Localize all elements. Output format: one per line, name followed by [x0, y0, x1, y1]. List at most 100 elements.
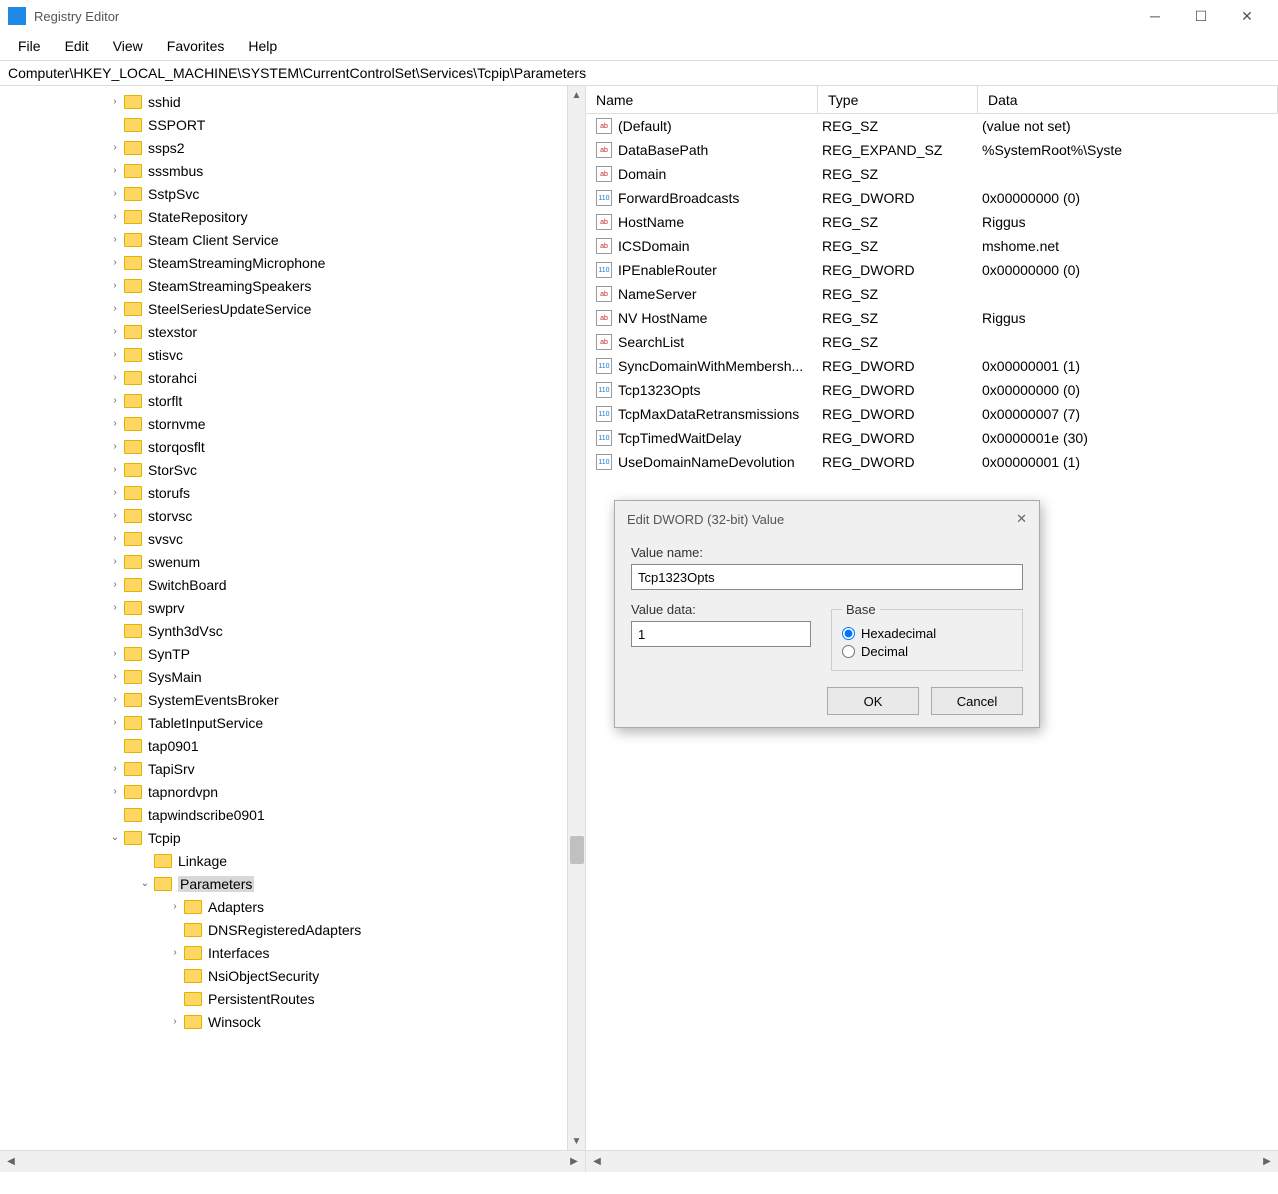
chevron-down-icon[interactable]: ⌄	[138, 877, 152, 891]
tree-item[interactable]: ›swprv	[0, 596, 585, 619]
cancel-button[interactable]: Cancel	[931, 687, 1023, 715]
tree-item[interactable]: ›sssmbus	[0, 159, 585, 182]
chevron-right-icon[interactable]: ›	[168, 1015, 182, 1029]
value-row[interactable]: abNameServerREG_SZ	[586, 282, 1278, 306]
decimal-radio[interactable]	[842, 645, 855, 658]
tree-item[interactable]: Synth3dVsc	[0, 619, 585, 642]
value-row[interactable]: abHostNameREG_SZRiggus	[586, 210, 1278, 234]
tree-item[interactable]: ›storflt	[0, 389, 585, 412]
chevron-right-icon[interactable]: ›	[108, 601, 122, 615]
value-data-input[interactable]	[631, 621, 811, 647]
hexadecimal-radio[interactable]	[842, 627, 855, 640]
value-row[interactable]: 110ForwardBroadcastsREG_DWORD0x00000000 …	[586, 186, 1278, 210]
menu-favorites[interactable]: Favorites	[157, 34, 235, 58]
tree-item[interactable]: ›SstpSvc	[0, 182, 585, 205]
scroll-left-icon[interactable]: ◀	[2, 1153, 20, 1171]
tree-item[interactable]: ›Interfaces	[0, 941, 585, 964]
chevron-right-icon[interactable]: ›	[108, 302, 122, 316]
chevron-right-icon[interactable]: ›	[108, 762, 122, 776]
chevron-right-icon[interactable]: ›	[108, 279, 122, 293]
scroll-left-icon[interactable]: ◀	[588, 1153, 606, 1171]
tree-item[interactable]: tapwindscribe0901	[0, 803, 585, 826]
value-row[interactable]: 110UseDomainNameDevolutionREG_DWORD0x000…	[586, 450, 1278, 474]
tree-item[interactable]: ›storqosflt	[0, 435, 585, 458]
chevron-right-icon[interactable]: ›	[108, 440, 122, 454]
value-row[interactable]: abNV HostNameREG_SZRiggus	[586, 306, 1278, 330]
value-row[interactable]: abICSDomainREG_SZmshome.net	[586, 234, 1278, 258]
chevron-right-icon[interactable]: ›	[108, 256, 122, 270]
tree-item[interactable]: ›Adapters	[0, 895, 585, 918]
value-row[interactable]: 110TcpMaxDataRetransmissionsREG_DWORD0x0…	[586, 402, 1278, 426]
scroll-right-icon[interactable]: ▶	[565, 1153, 583, 1171]
chevron-right-icon[interactable]: ›	[108, 141, 122, 155]
tree-item[interactable]: ›SystemEventsBroker	[0, 688, 585, 711]
chevron-right-icon[interactable]: ›	[108, 95, 122, 109]
tree-item[interactable]: ›storahci	[0, 366, 585, 389]
tree-item[interactable]: ›Winsock	[0, 1010, 585, 1033]
hexadecimal-radio-row[interactable]: Hexadecimal	[842, 626, 1012, 641]
chevron-right-icon[interactable]: ›	[108, 578, 122, 592]
column-header-type[interactable]: Type	[818, 86, 978, 113]
scroll-down-icon[interactable]: ▼	[568, 1132, 586, 1150]
tree-item[interactable]: NsiObjectSecurity	[0, 964, 585, 987]
value-name-input[interactable]	[631, 564, 1023, 590]
chevron-right-icon[interactable]: ›	[108, 210, 122, 224]
tree-item[interactable]: ⌄Parameters	[0, 872, 585, 895]
tree-item[interactable]: ›storvsc	[0, 504, 585, 527]
chevron-right-icon[interactable]: ›	[108, 647, 122, 661]
tree-horizontal-scrollbar[interactable]: ◀ ▶	[0, 1150, 585, 1172]
tree-item[interactable]: PersistentRoutes	[0, 987, 585, 1010]
tree-item[interactable]: ›storufs	[0, 481, 585, 504]
menu-edit[interactable]: Edit	[55, 34, 99, 58]
minimize-button[interactable]: ─	[1132, 0, 1178, 32]
chevron-right-icon[interactable]: ›	[108, 463, 122, 477]
value-row[interactable]: 110TcpTimedWaitDelayREG_DWORD0x0000001e …	[586, 426, 1278, 450]
chevron-right-icon[interactable]: ›	[108, 486, 122, 500]
tree-item[interactable]: tap0901	[0, 734, 585, 757]
value-row[interactable]: 110Tcp1323OptsREG_DWORD0x00000000 (0)	[586, 378, 1278, 402]
column-header-name[interactable]: Name	[586, 86, 818, 113]
chevron-right-icon[interactable]: ›	[108, 187, 122, 201]
tree-item[interactable]: ›sshid	[0, 90, 585, 113]
tree-item[interactable]: ›stornvme	[0, 412, 585, 435]
tree-item[interactable]: ›TapiSrv	[0, 757, 585, 780]
tree-item[interactable]: ›SteelSeriesUpdateService	[0, 297, 585, 320]
chevron-right-icon[interactable]: ›	[108, 532, 122, 546]
tree-item[interactable]: ›stisvc	[0, 343, 585, 366]
tree-item[interactable]: ›SteamStreamingSpeakers	[0, 274, 585, 297]
chevron-right-icon[interactable]: ›	[108, 716, 122, 730]
chevron-down-icon[interactable]: ⌄	[108, 831, 122, 845]
value-row[interactable]: abDataBasePathREG_EXPAND_SZ%SystemRoot%\…	[586, 138, 1278, 162]
tree-item[interactable]: ›StateRepository	[0, 205, 585, 228]
tree-view[interactable]: ›sshidSSPORT›ssps2›sssmbus›SstpSvc›State…	[0, 86, 585, 1150]
tree-item[interactable]: ›swenum	[0, 550, 585, 573]
scroll-up-icon[interactable]: ▲	[568, 86, 586, 104]
decimal-radio-row[interactable]: Decimal	[842, 644, 1012, 659]
chevron-right-icon[interactable]: ›	[168, 946, 182, 960]
maximize-button[interactable]: ☐	[1178, 0, 1224, 32]
tree-item[interactable]: ›svsvc	[0, 527, 585, 550]
chevron-right-icon[interactable]: ›	[108, 670, 122, 684]
menu-help[interactable]: Help	[238, 34, 287, 58]
chevron-right-icon[interactable]: ›	[108, 394, 122, 408]
chevron-right-icon[interactable]: ›	[108, 325, 122, 339]
menu-file[interactable]: File	[8, 34, 51, 58]
chevron-right-icon[interactable]: ›	[108, 417, 122, 431]
tree-item[interactable]: ›TabletInputService	[0, 711, 585, 734]
scroll-thumb[interactable]	[570, 836, 584, 864]
chevron-right-icon[interactable]: ›	[108, 164, 122, 178]
tree-item[interactable]: ›StorSvc	[0, 458, 585, 481]
tree-item[interactable]: ⌄Tcpip	[0, 826, 585, 849]
chevron-right-icon[interactable]: ›	[108, 348, 122, 362]
tree-item[interactable]: ›SysMain	[0, 665, 585, 688]
tree-item[interactable]: DNSRegisteredAdapters	[0, 918, 585, 941]
tree-item[interactable]: ›SynTP	[0, 642, 585, 665]
ok-button[interactable]: OK	[827, 687, 919, 715]
tree-vertical-scrollbar[interactable]: ▲ ▼	[567, 86, 585, 1150]
chevron-right-icon[interactable]: ›	[108, 233, 122, 247]
chevron-right-icon[interactable]: ›	[168, 900, 182, 914]
tree-item[interactable]: ›stexstor	[0, 320, 585, 343]
chevron-right-icon[interactable]: ›	[108, 555, 122, 569]
chevron-right-icon[interactable]: ›	[108, 785, 122, 799]
value-row[interactable]: 110SyncDomainWithMembersh...REG_DWORD0x0…	[586, 354, 1278, 378]
